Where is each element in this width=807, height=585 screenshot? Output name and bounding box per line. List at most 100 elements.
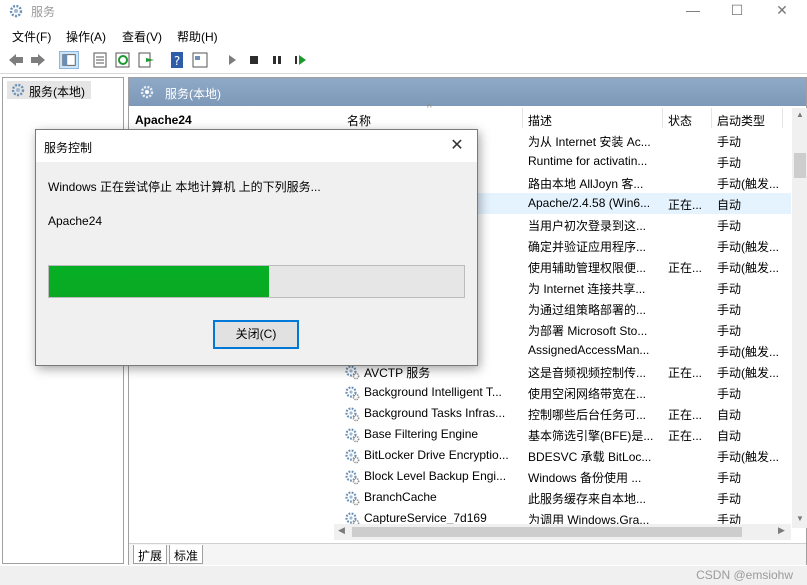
service-description: 为通过组策略部署的... bbox=[528, 303, 647, 317]
scroll-thumb[interactable] bbox=[794, 153, 806, 178]
menu-bar: 文件(F) 操作(A) 查看(V) 帮助(H) bbox=[0, 24, 807, 46]
column-header-status[interactable]: 状态 bbox=[668, 112, 692, 129]
service-name: BitLocker Drive Encryptio... bbox=[364, 448, 509, 462]
service-startup-type: 手动 bbox=[717, 156, 742, 170]
service-startup-type: 手动 bbox=[717, 303, 742, 317]
service-gear-icon bbox=[345, 449, 360, 464]
service-startup-type: 手动 bbox=[717, 492, 742, 506]
service-name: Background Intelligent T... bbox=[364, 385, 502, 399]
title-bar: 服务 — ☐ ✕ bbox=[0, 0, 807, 23]
scroll-left-icon[interactable]: ◀ bbox=[338, 525, 345, 536]
service-startup-type: 手动 bbox=[717, 324, 742, 338]
column-divider[interactable] bbox=[782, 108, 783, 128]
tab-standard[interactable]: 标准 bbox=[169, 545, 204, 564]
export-list-icon[interactable] bbox=[136, 51, 156, 69]
column-divider[interactable] bbox=[522, 108, 523, 128]
minimize-button[interactable]: — bbox=[671, 0, 715, 23]
service-startup-type: 手动 bbox=[717, 471, 742, 485]
toolbar: ? bbox=[0, 47, 807, 74]
table-row[interactable]: BranchCache 此服务缓存来自本地... 手动 bbox=[332, 487, 791, 508]
table-row[interactable]: Background Intelligent T... 使用空闲网络带宽在... 手… bbox=[332, 382, 791, 403]
svg-text:?: ? bbox=[174, 54, 180, 68]
tab-extended[interactable]: 扩展 bbox=[133, 545, 168, 564]
service-startup-type: 自动 bbox=[717, 429, 742, 443]
service-startup-type: 手动(触发... bbox=[717, 261, 779, 275]
table-row[interactable]: Base Filtering Engine 基本筛选引擎(BFE)是... 正在..… bbox=[332, 424, 791, 445]
pause-service-icon[interactable] bbox=[267, 51, 287, 69]
scroll-right-icon[interactable]: ▶ bbox=[778, 525, 785, 536]
service-startup-type: 自动 bbox=[717, 198, 742, 212]
service-status: 正在... bbox=[668, 429, 703, 443]
service-startup-type: 手动 bbox=[717, 282, 742, 296]
service-startup-type: 自动 bbox=[717, 408, 742, 422]
scroll-down-icon[interactable]: ▼ bbox=[796, 514, 804, 523]
service-status: 正在... bbox=[668, 261, 703, 275]
close-window-button[interactable]: ✕ bbox=[760, 0, 804, 23]
progress-fill bbox=[49, 266, 269, 297]
column-header-startup[interactable]: 启动类型 bbox=[717, 112, 765, 129]
service-description: 当用户初次登录到这... bbox=[528, 219, 647, 233]
service-description: 为部署 Microsoft Sto... bbox=[528, 324, 648, 338]
menu-file[interactable]: 文件(F) bbox=[12, 28, 51, 45]
table-row[interactable]: Block Level Backup Engi... Windows 备份使用 .… bbox=[332, 466, 791, 487]
service-gear-icon bbox=[345, 470, 360, 485]
horizontal-scrollbar[interactable]: ◀ ▶ bbox=[334, 524, 791, 540]
service-status: 正在... bbox=[668, 408, 703, 422]
service-description: 这是音频视频控制传... bbox=[528, 366, 647, 380]
restart-service-icon[interactable] bbox=[290, 51, 310, 69]
menu-help[interactable]: 帮助(H) bbox=[177, 28, 218, 45]
service-startup-type: 手动(触发... bbox=[717, 450, 779, 464]
service-description: 此服务缓存来自本地... bbox=[528, 492, 647, 506]
service-name: Background Tasks Infras... bbox=[364, 406, 506, 420]
close-button[interactable]: 关闭(C) bbox=[213, 320, 299, 349]
list-header: 名称 ^ 描述 状态 启动类型 bbox=[332, 103, 791, 130]
service-startup-type: 手动 bbox=[717, 387, 742, 401]
service-description: Apache/2.4.58 (Win6... bbox=[528, 196, 651, 210]
service-name: Base Filtering Engine bbox=[364, 427, 479, 441]
service-name: CaptureService_7d169 bbox=[364, 511, 487, 525]
service-description: 使用辅助管理权限便... bbox=[528, 261, 647, 275]
service-startup-type: 手动(触发... bbox=[717, 240, 779, 254]
service-name: Block Level Backup Engi... bbox=[364, 469, 507, 483]
service-description: 控制哪些后台任务可... bbox=[528, 408, 647, 422]
window-title: 服务 bbox=[31, 5, 56, 19]
menu-action[interactable]: 操作(A) bbox=[66, 28, 106, 45]
service-control-dialog: 服务控制 ✕ Windows 正在尝试停止 本地计算机 上的下列服务... Ap… bbox=[35, 129, 478, 366]
column-header-desc[interactable]: 描述 bbox=[528, 112, 552, 129]
stop-progress-bar bbox=[48, 265, 465, 298]
maximize-button[interactable]: ☐ bbox=[715, 0, 759, 23]
service-startup-type: 手动 bbox=[717, 135, 742, 149]
table-row[interactable]: BitLocker Drive Encryptio... BDESVC 承载 Bi… bbox=[332, 445, 791, 466]
menu-view[interactable]: 查看(V) bbox=[122, 28, 162, 45]
refresh-icon[interactable] bbox=[113, 51, 133, 69]
column-divider[interactable] bbox=[711, 108, 712, 128]
table-row[interactable]: Background Tasks Infras... 控制哪些后台任务可... 正在… bbox=[332, 403, 791, 424]
start-service-icon[interactable] bbox=[222, 51, 242, 69]
column-divider[interactable] bbox=[662, 108, 663, 128]
services-gear-icon bbox=[11, 83, 25, 97]
console-icon[interactable] bbox=[190, 51, 210, 69]
back-icon[interactable] bbox=[6, 51, 26, 69]
panel-header: 服务(本地) bbox=[129, 78, 806, 106]
watermark: CSDN @emsiohw bbox=[696, 568, 793, 582]
dialog-close-icon[interactable]: ✕ bbox=[443, 134, 471, 158]
help-icon[interactable]: ? bbox=[167, 51, 187, 69]
selected-service-title: Apache24 bbox=[135, 113, 192, 127]
forward-icon[interactable] bbox=[28, 51, 48, 69]
show-hide-tree-icon[interactable] bbox=[59, 51, 79, 69]
service-description: 路由本地 AllJoyn 客... bbox=[528, 177, 644, 191]
stop-service-icon[interactable] bbox=[244, 51, 264, 69]
service-gear-icon bbox=[345, 428, 360, 443]
scroll-up-icon[interactable]: ▲ bbox=[796, 110, 804, 119]
service-startup-type: 手动(触发... bbox=[717, 366, 779, 380]
service-description: 使用空闲网络带宽在... bbox=[528, 387, 647, 401]
dialog-message: Windows 正在尝试停止 本地计算机 上的下列服务... bbox=[48, 180, 321, 194]
service-status: 正在... bbox=[668, 198, 703, 212]
status-bar: CSDN @emsiohw bbox=[0, 566, 807, 585]
column-header-name[interactable]: 名称 bbox=[347, 112, 371, 129]
tree-item-services-local[interactable]: 服务(本地) bbox=[7, 81, 91, 99]
scroll-thumb[interactable] bbox=[352, 527, 742, 537]
service-description: 为从 Internet 安装 Ac... bbox=[528, 135, 651, 149]
properties-icon[interactable] bbox=[90, 51, 110, 69]
vertical-scrollbar[interactable]: ▲ ▼ bbox=[792, 108, 807, 528]
